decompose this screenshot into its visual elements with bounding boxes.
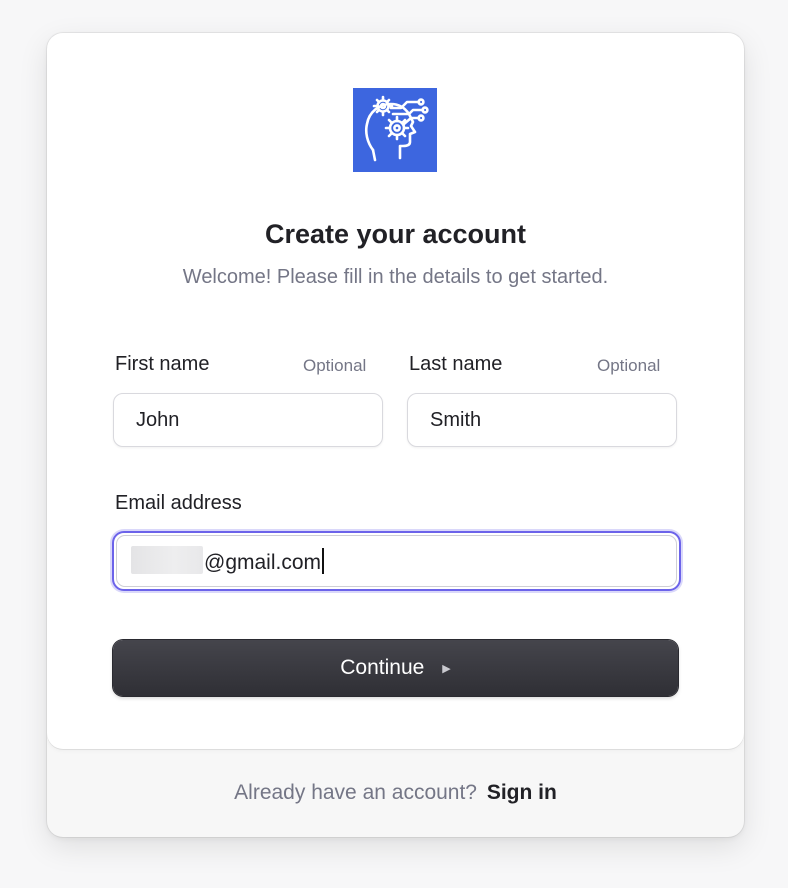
- first-name-label: First name: [115, 353, 210, 375]
- email-input[interactable]: @gmail.com: [112, 531, 681, 591]
- email-input-value: @gmail.com: [204, 536, 325, 590]
- app-logo-icon: [353, 88, 437, 172]
- sign-up-card: Create your account Welcome! Please fill…: [47, 33, 744, 837]
- last-name-label: Last name: [409, 353, 503, 375]
- first-name-input[interactable]: John: [113, 393, 383, 447]
- sign-in-link[interactable]: Sign in: [487, 781, 557, 804]
- last-name-optional-hint: Optional: [597, 356, 661, 375]
- redacted-email-username: [131, 546, 203, 574]
- email-label: Email address: [115, 492, 242, 514]
- page-title: Create your account: [264, 219, 527, 249]
- continue-button-label: Continue: [340, 656, 425, 679]
- sign-up-main-panel: Create your account Welcome! Please fill…: [47, 33, 744, 749]
- text-caret: [322, 548, 325, 575]
- first-name-optional-hint: Optional: [303, 356, 367, 375]
- email-input-inner: @gmail.com: [116, 535, 677, 587]
- page-subtitle: Welcome! Please fill in the details to g…: [182, 266, 609, 288]
- last-name-input[interactable]: Smith: [407, 393, 677, 447]
- footer: Already have an account? Sign in: [47, 749, 744, 837]
- footer-prompt: Already have an account?: [234, 781, 477, 804]
- triangle-right-icon: ▶: [442, 662, 451, 675]
- continue-button[interactable]: Continue ▶: [113, 640, 678, 696]
